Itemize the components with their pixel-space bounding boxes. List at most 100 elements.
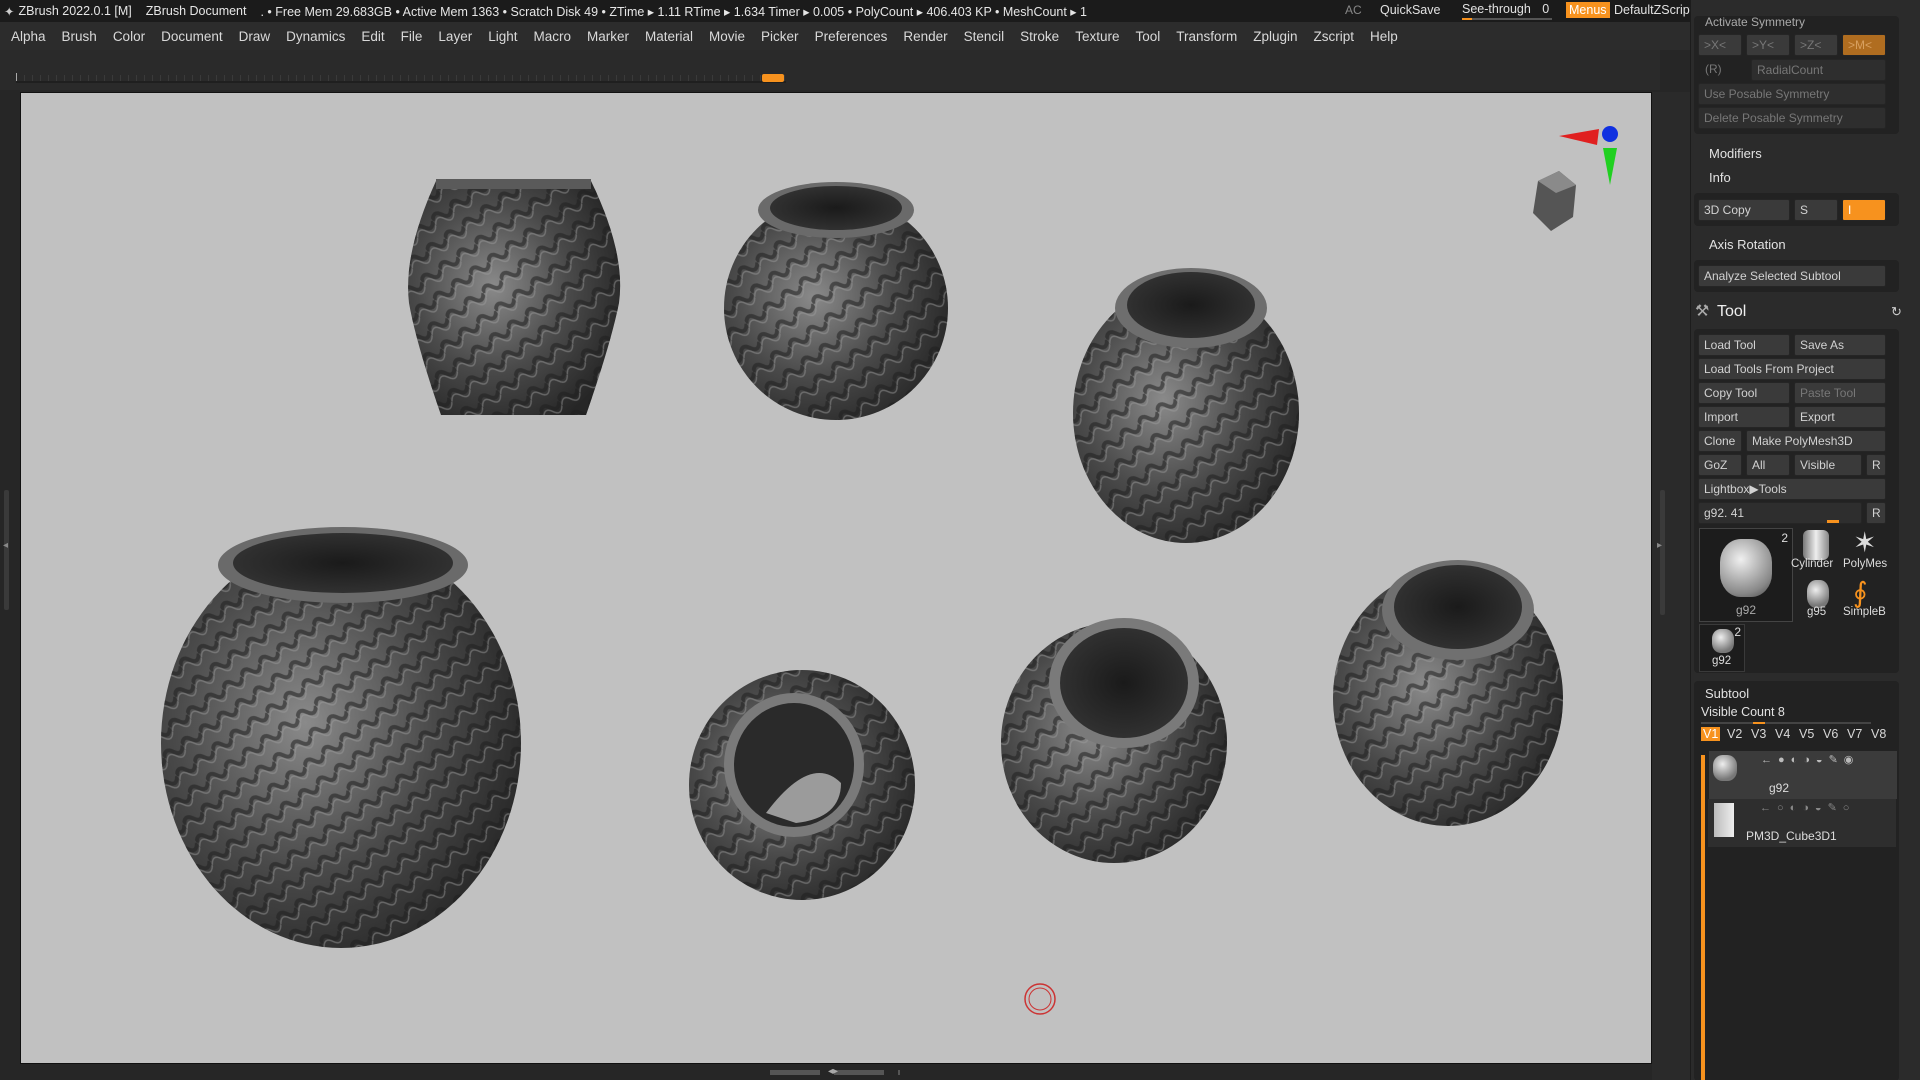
subtool-tab-v8[interactable]: V8 [1869, 727, 1888, 741]
symmetry-m-button[interactable]: >M< [1842, 34, 1886, 56]
menu-stencil[interactable]: Stencil [964, 29, 1005, 44]
menu-document[interactable]: Document [161, 29, 223, 44]
symmetry-z-button[interactable]: >Z< [1794, 34, 1838, 56]
radialcount-slider[interactable]: RadialCount [1751, 59, 1886, 81]
tool-thumb-g92-large[interactable]: 2 g92 [1699, 528, 1793, 622]
menu-texture[interactable]: Texture [1075, 29, 1119, 44]
subtool-tab-v5[interactable]: V5 [1797, 727, 1816, 741]
menu-layer[interactable]: Layer [438, 29, 472, 44]
menu-picker[interactable]: Picker [761, 29, 799, 44]
menu-movie[interactable]: Movie [709, 29, 745, 44]
left-tray-arrow-icon[interactable]: ◂ [3, 540, 8, 551]
save-as-button[interactable]: Save As [1794, 334, 1886, 356]
subtool-title[interactable]: Subtool [1705, 686, 1749, 701]
timeline-marker[interactable] [762, 74, 784, 82]
menu-edit[interactable]: Edit [361, 29, 384, 44]
goz-visible-button[interactable]: Visible [1794, 454, 1862, 476]
quicksave-button[interactable]: QuickSave [1380, 3, 1440, 17]
menu-preferences[interactable]: Preferences [815, 29, 888, 44]
menu-zscript[interactable]: Zscript [1314, 29, 1355, 44]
subtool-list-scrollbar[interactable] [1701, 755, 1705, 1080]
subtool-item-pm3d-cube[interactable]: ←○◐◑◒✎○ PM3D_Cube3D1 [1708, 799, 1896, 847]
menu-brush[interactable]: Brush [62, 29, 97, 44]
menu-file[interactable]: File [401, 29, 423, 44]
menus-toggle[interactable]: Menus [1566, 2, 1610, 18]
bottom-tray-arrow-icon[interactable]: ◂▸ [828, 1066, 838, 1077]
menu-dynamics[interactable]: Dynamics [286, 29, 345, 44]
info-section[interactable]: Info [1709, 170, 1731, 185]
menu-color[interactable]: Color [113, 29, 145, 44]
visible-count-track [1701, 722, 1871, 724]
delete-posable-symmetry-button[interactable]: Delete Posable Symmetry [1698, 107, 1886, 129]
menu-alpha[interactable]: Alpha [11, 29, 46, 44]
pot-model-3[interactable] [1073, 268, 1299, 543]
load-tool-button[interactable]: Load Tool [1698, 334, 1790, 356]
right-tray-handle[interactable] [1660, 490, 1665, 615]
import-button[interactable]: Import [1698, 406, 1790, 428]
tool-thumb-simplebrush[interactable]: ∮ SimpleB [1843, 576, 1887, 622]
menu-marker[interactable]: Marker [587, 29, 629, 44]
pot-model-4[interactable] [161, 527, 521, 948]
visible-count-slider[interactable]: Visible Count 8 [1701, 705, 1785, 719]
menu-tool[interactable]: Tool [1135, 29, 1160, 44]
tool-thumb-g95[interactable]: g95 [1795, 576, 1839, 622]
subtool-tab-v6[interactable]: V6 [1821, 727, 1840, 741]
timeline-track[interactable] [16, 75, 786, 83]
pot-model-6[interactable] [1001, 618, 1227, 863]
orientation-gizmo[interactable] [1533, 126, 1618, 231]
analyze-selected-subtool-button[interactable]: Analyze Selected Subtool [1698, 265, 1886, 287]
tool-palette-title[interactable]: Tool [1717, 303, 1746, 321]
tool-thumb-polymesh[interactable]: ✶ PolyMes [1843, 527, 1887, 574]
symmetry-x-button[interactable]: >X< [1698, 34, 1742, 56]
goz-button[interactable]: GoZ [1698, 454, 1742, 476]
modifiers-section[interactable]: Modifiers [1709, 146, 1762, 161]
document-canvas[interactable] [20, 92, 1652, 1064]
menu-stroke[interactable]: Stroke [1020, 29, 1059, 44]
subtool-item-g92[interactable]: ←●◐◑◒✎◉ g92 [1708, 750, 1898, 800]
goz-r-button[interactable]: R [1866, 454, 1886, 476]
tool-thumb-g92-small[interactable]: 2 g92 [1699, 624, 1745, 672]
copy-i-button[interactable]: I [1842, 199, 1886, 221]
menu-macro[interactable]: Macro [533, 29, 571, 44]
pot-model-2[interactable] [724, 182, 948, 420]
make-polymesh3d-button[interactable]: Make PolyMesh3D [1746, 430, 1886, 452]
tool-palette-refresh-icon[interactable]: ↻ [1891, 304, 1902, 320]
menu-material[interactable]: Material [645, 29, 693, 44]
symmetry-y-button[interactable]: >Y< [1746, 34, 1790, 56]
subtool-tab-v1[interactable]: V1 [1701, 727, 1721, 741]
subtool-tab-v4[interactable]: V4 [1773, 727, 1792, 741]
subtool-tab-v7[interactable]: V7 [1845, 727, 1864, 741]
default-zscript-button[interactable]: DefaultZScript [1614, 3, 1693, 17]
axis-rotation-section[interactable]: Axis Rotation [1709, 237, 1786, 252]
pot-model-7[interactable] [1333, 560, 1563, 826]
export-button[interactable]: Export [1794, 406, 1886, 428]
pot-model-1[interactable] [408, 179, 621, 415]
pot-model-5[interactable] [689, 670, 915, 900]
subtool-icons-row[interactable]: ←○◐◑◒✎○ [1760, 801, 1855, 814]
subtool-tab-v2[interactable]: V2 [1725, 727, 1744, 741]
right-tray-arrow-icon[interactable]: ▸ [1657, 540, 1662, 551]
current-tool-r-button[interactable]: R [1866, 502, 1886, 524]
lightbox-tools-button[interactable]: Lightbox▶Tools [1698, 478, 1886, 500]
tool-thumb-cylinder[interactable]: Cylinder [1791, 528, 1839, 574]
menu-transform[interactable]: Transform [1176, 29, 1237, 44]
activate-symmetry-button[interactable]: Activate Symmetry [1705, 15, 1805, 29]
subtool-tab-v3[interactable]: V3 [1749, 727, 1768, 741]
copy-s-button[interactable]: S [1794, 199, 1838, 221]
clone-button[interactable]: Clone [1698, 430, 1742, 452]
menu-zplugin[interactable]: Zplugin [1253, 29, 1297, 44]
goz-all-button[interactable]: All [1746, 454, 1790, 476]
radial-r-button[interactable]: (R) [1705, 62, 1722, 76]
menu-draw[interactable]: Draw [239, 29, 271, 44]
seethrough-slider[interactable]: See-through 0 [1462, 2, 1549, 16]
tool-palette-icon[interactable]: ⚒ [1695, 301, 1709, 321]
3d-copy-button[interactable]: 3D Copy [1698, 199, 1790, 221]
menu-help[interactable]: Help [1370, 29, 1398, 44]
menu-light[interactable]: Light [488, 29, 517, 44]
paste-tool-button[interactable]: Paste Tool [1794, 382, 1886, 404]
use-posable-symmetry-button[interactable]: Use Posable Symmetry [1698, 83, 1886, 105]
copy-tool-button[interactable]: Copy Tool [1698, 382, 1790, 404]
load-tools-from-project-button[interactable]: Load Tools From Project [1698, 358, 1886, 380]
menu-render[interactable]: Render [903, 29, 947, 44]
subtool-icons-row[interactable]: ←●◐◑◒✎◉ [1761, 753, 1859, 766]
